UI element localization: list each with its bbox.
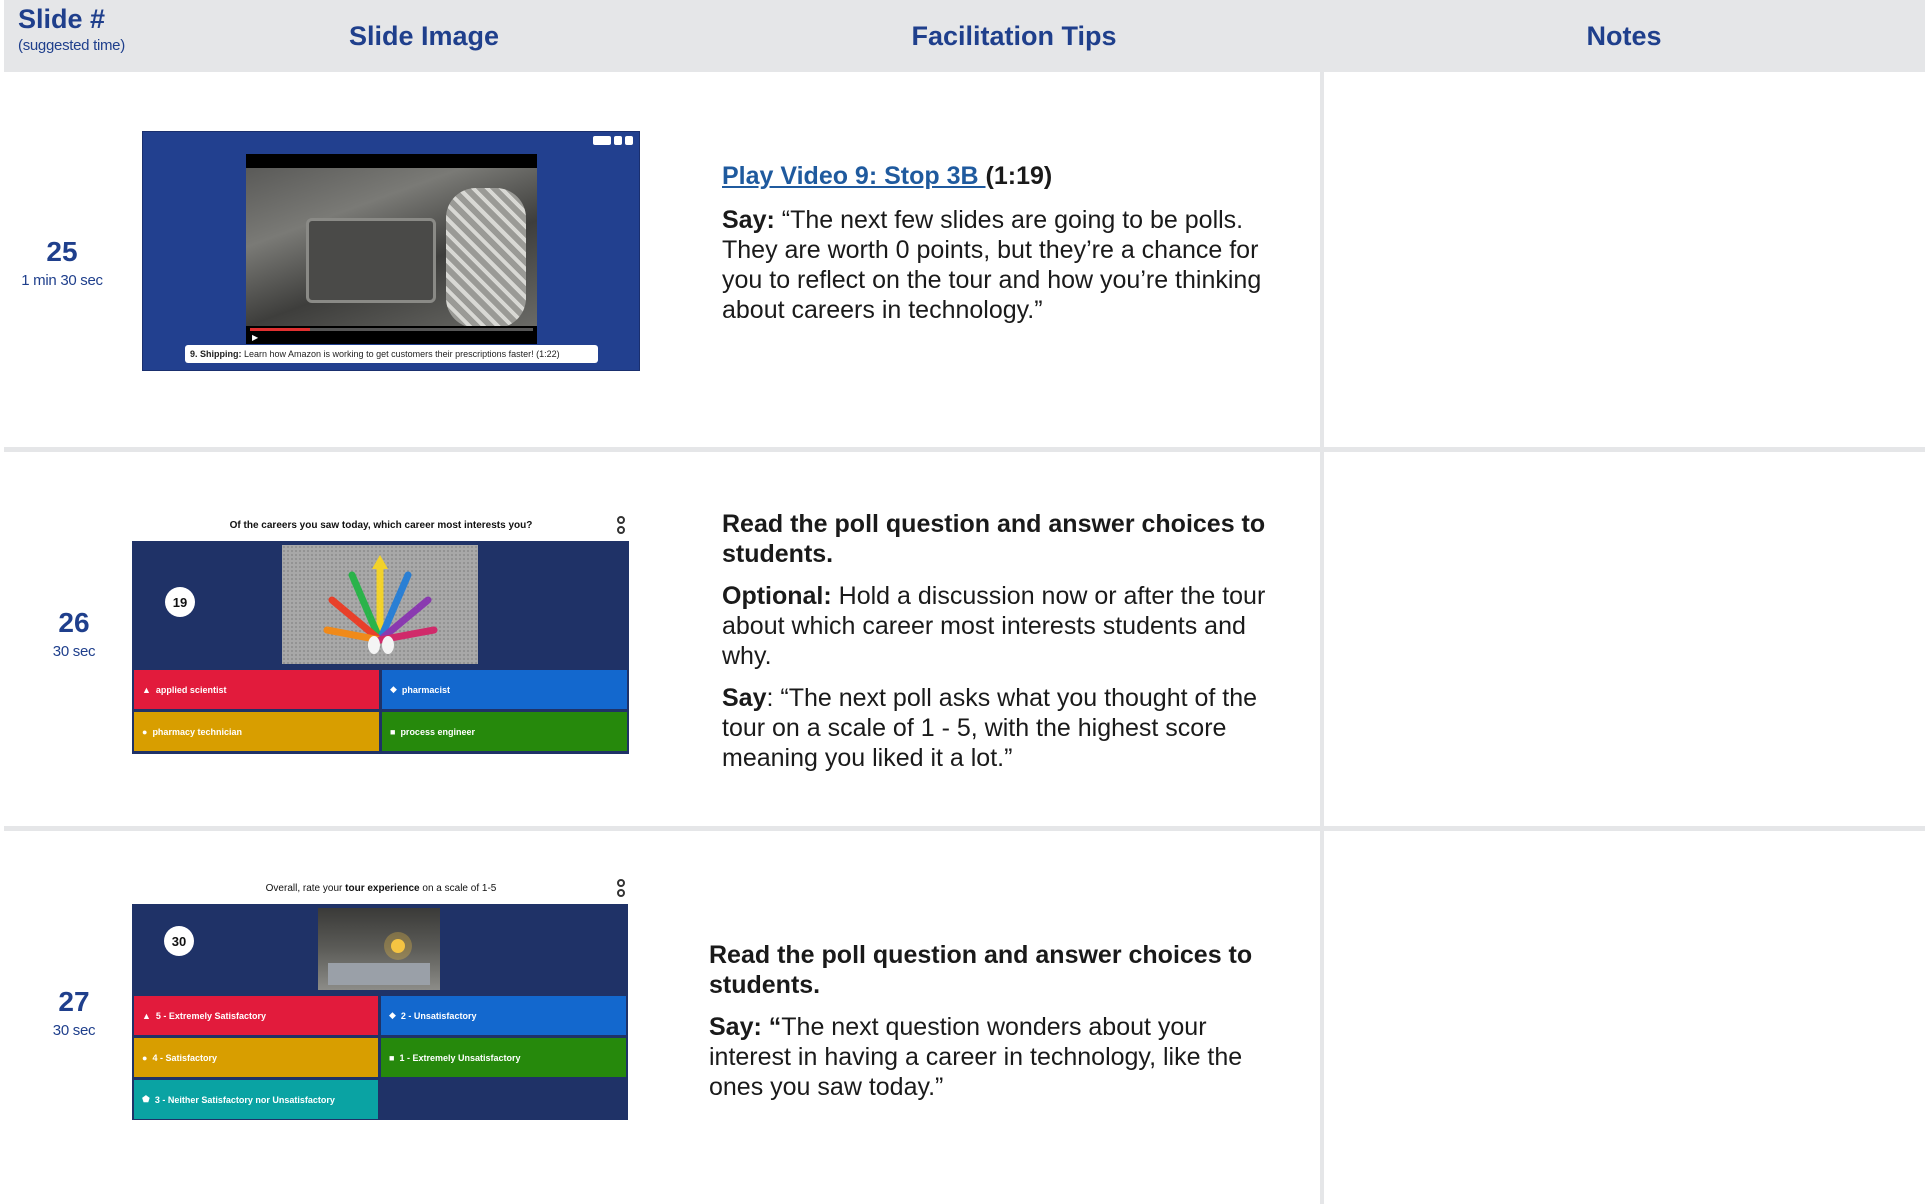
slide-time: 30 sec — [52, 643, 96, 660]
notes-cell[interactable] — [1330, 80, 1920, 440]
header-facilitation-tips: Facilitation Tips — [911, 20, 1117, 51]
header-slide-image: Slide Image — [348, 20, 500, 51]
column-divider — [1320, 72, 1324, 1204]
poll-timer: 19 — [165, 587, 195, 617]
play-icon[interactable]: ▶ — [252, 333, 258, 342]
video-caption: 9. Shipping: Learn how Amazon is working… — [185, 345, 598, 363]
notes-cell[interactable] — [1330, 834, 1920, 1199]
say-label: Say — [722, 684, 767, 712]
diamond-icon: ◆ — [389, 1010, 396, 1020]
poll-answer[interactable]: ▲ 5 - Extremely Satisfactory — [134, 996, 378, 1035]
video-toolbar — [593, 136, 633, 145]
tips-heading: Read the poll question and answer choice… — [722, 510, 1266, 568]
header-slide-number: Slide # (suggested time) — [18, 0, 128, 72]
table-header: Slide # (suggested time) Slide Image Fac… — [4, 0, 1925, 72]
poll-answer[interactable]: ◆ 2 - Unsatisfactory — [381, 996, 626, 1035]
notes-cell[interactable] — [1330, 455, 1920, 820]
diamond-icon: ◆ — [390, 684, 397, 694]
poll-answer[interactable]: ● pharmacy technician — [134, 712, 379, 751]
slide-number-cell: 26 30 sec — [22, 607, 126, 660]
video-player[interactable]: ▶ — [246, 154, 537, 344]
header-notes: Notes — [1586, 20, 1662, 51]
square-icon: ■ — [390, 726, 396, 737]
triangle-icon: ▲ — [142, 1010, 151, 1021]
poll-answer[interactable]: ■ 1 - Extremely Unsatisfactory — [381, 1038, 626, 1077]
tips-heading: Read the poll question and answer choice… — [709, 941, 1253, 999]
laptop-lightbulb-image — [318, 908, 440, 990]
row-divider — [4, 447, 1925, 452]
poll-question: Of the careers you saw today, which care… — [229, 520, 533, 531]
poll-answer[interactable]: ⬟ 3 - Neither Satisfactory nor Unsatisfac… — [134, 1080, 378, 1119]
header-slide-subtitle: (suggested time) — [18, 37, 125, 54]
pentagon-icon: ⬟ — [142, 1094, 150, 1104]
poll-timer: 30 — [164, 926, 194, 956]
poll-slide[interactable]: 30 ▲ 5 - Extremely Satisfactory ◆ 2 - Unsa… — [132, 904, 628, 1120]
slide-number: 26 — [58, 607, 90, 638]
poll-answer[interactable]: ◆ pharmacist — [382, 670, 627, 709]
conveyor-belt-image — [446, 188, 526, 328]
slide-number-cell: 25 1 min 30 sec — [10, 236, 114, 289]
tote-bin-image — [306, 218, 436, 303]
say-label: Say: — [722, 206, 775, 234]
poll-question: Overall, rate your tour experience on a … — [265, 883, 497, 894]
row-divider — [4, 826, 1925, 831]
say-text: : “The next poll asks what you thought o… — [722, 684, 1258, 772]
slide-time: 1 min 30 sec — [21, 272, 103, 289]
optional-label: Optional: — [722, 582, 832, 610]
slide-time: 30 sec — [52, 1022, 96, 1039]
video-controls[interactable]: ▶ — [246, 326, 537, 344]
facilitation-tips: Read the poll question and answer choice… — [722, 509, 1302, 785]
circle-icon: ● — [142, 1052, 148, 1063]
slide-number: 25 — [46, 236, 78, 267]
poll-answer[interactable]: ● 4 - Satisfactory — [134, 1038, 378, 1077]
circle-icon: ● — [142, 726, 148, 737]
triangle-icon: ▲ — [142, 684, 151, 695]
play-video-link[interactable]: Play Video 9: Stop 3B — [722, 162, 986, 190]
header-slide-title: Slide # — [18, 4, 106, 34]
say-label: Say: “ — [709, 1013, 782, 1041]
video-duration: (1:19) — [985, 162, 1053, 190]
poll-answer[interactable]: ■ process engineer — [382, 712, 627, 751]
say-text: The next question wonders about your int… — [709, 1013, 1243, 1101]
career-arrows-image — [282, 545, 478, 664]
square-icon: ■ — [389, 1052, 395, 1063]
poll-slide[interactable]: 19 ▲ applied scientist ◆ pharmacist ● pharm… — [132, 541, 629, 754]
slide-number-cell: 27 30 sec — [22, 986, 126, 1039]
say-text: “The next few slides are going to be pol… — [722, 206, 1262, 324]
slide-number: 27 — [58, 986, 90, 1017]
facilitation-tips: Play Video 9: Stop 3B (1:19) Say: “The n… — [722, 161, 1292, 337]
poll-answer[interactable]: ▲ applied scientist — [134, 670, 379, 709]
slide-thumbnail[interactable]: ▶ 9. Shipping: Learn how Amazon is worki… — [142, 131, 640, 371]
facilitation-tips: Read the poll question and answer choice… — [709, 940, 1289, 1114]
